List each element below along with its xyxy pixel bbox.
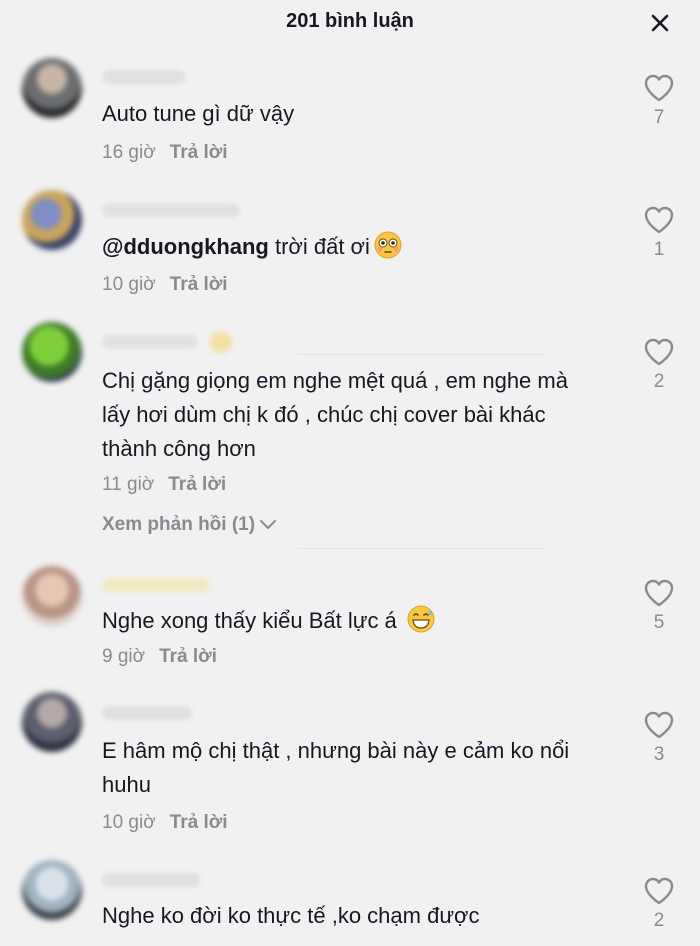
- chevron-down-icon: [260, 519, 277, 529]
- username-blurred[interactable]: [102, 203, 240, 217]
- like-count: 7: [653, 107, 665, 128]
- heart-icon[interactable]: [643, 710, 675, 740]
- view-replies-button[interactable]: Xem phản hồi (1): [102, 514, 277, 536]
- username-blurred[interactable]: [102, 70, 186, 84]
- avatar[interactable]: [22, 692, 82, 752]
- like-group: 1: [640, 205, 678, 261]
- close-icon: [651, 14, 669, 32]
- comment-meta: 10 giờ Trả lời: [102, 812, 228, 834]
- like-group: 7: [640, 73, 678, 129]
- avatar[interactable]: [22, 322, 82, 382]
- comment-meta: 10 giờ Trả lời: [102, 274, 228, 296]
- comment-time: 10 giờ: [102, 274, 156, 295]
- like-group: 3: [640, 710, 678, 766]
- comment-time: 11 giờ: [102, 474, 155, 495]
- divider: [298, 548, 544, 549]
- mention-link[interactable]: @dduongkhang: [102, 234, 269, 259]
- emoji-icon: [210, 331, 232, 353]
- username-blurred[interactable]: [102, 335, 198, 349]
- like-group: 2: [640, 337, 678, 393]
- avatar[interactable]: [22, 58, 82, 118]
- close-button[interactable]: [648, 11, 672, 35]
- reply-button[interactable]: Trả lời: [170, 142, 228, 163]
- comment-count-title: 201 bình luận: [286, 10, 414, 32]
- comment-meta: 9 giờ Trả lời: [102, 646, 217, 668]
- like-count: 5: [653, 612, 665, 633]
- comment-meta: 16 giờ Trả lời: [102, 142, 228, 164]
- reply-button[interactable]: Trả lời: [168, 474, 226, 495]
- flushed-face-emoji: [374, 231, 402, 259]
- like-count: 2: [653, 371, 665, 392]
- comment-time: 9 giờ: [102, 646, 146, 667]
- comment-text: Nghe xong thấy kiểu Bất lực á: [102, 604, 602, 638]
- grinning-sweat-emoji: [407, 605, 435, 633]
- avatar[interactable]: [22, 860, 82, 920]
- view-replies-label: Xem phản hồi (1): [102, 514, 256, 535]
- like-count: 2: [653, 910, 665, 931]
- reply-button[interactable]: Trả lời: [170, 812, 228, 833]
- avatar[interactable]: [22, 566, 82, 626]
- like-count: 1: [653, 239, 665, 260]
- username-blurred[interactable]: [102, 706, 192, 720]
- heart-icon[interactable]: [643, 73, 675, 103]
- comment-text-body: Nghe xong thấy kiểu Bất lực á: [102, 608, 397, 633]
- comment-text: Chị gặng giọng em nghe mệt quá , em nghe…: [102, 368, 575, 461]
- heart-icon[interactable]: [643, 337, 675, 367]
- like-group: 5: [640, 578, 678, 634]
- comment-time: 10 giờ: [102, 812, 156, 833]
- comment-time: 16 giờ: [102, 142, 156, 163]
- comments-header: 201 bình luận: [0, 0, 700, 46]
- comment-text: Auto tune gì dữ vậy: [102, 101, 295, 126]
- avatar[interactable]: [22, 190, 82, 250]
- heart-icon[interactable]: [643, 205, 675, 235]
- comment-text: @dduongkhang trời đất ơi: [102, 230, 602, 264]
- like-group: 2: [640, 876, 678, 932]
- divider: [298, 354, 544, 355]
- username-blurred[interactable]: [102, 873, 200, 887]
- reply-button[interactable]: Trả lời: [159, 646, 217, 667]
- like-count: 3: [653, 744, 665, 765]
- heart-icon[interactable]: [643, 578, 675, 608]
- comment-text: Nghe ko đời ko thực tế ,ko chạm được: [102, 903, 480, 928]
- username-blurred[interactable]: [102, 578, 210, 592]
- comment-text-body: trời đất ơi: [268, 234, 370, 259]
- comment-text: E hâm mộ chị thật , nhưng bài này e cảm …: [102, 738, 576, 797]
- comment-meta: 11 giờ Trả lời: [102, 474, 226, 496]
- heart-icon[interactable]: [643, 876, 675, 906]
- reply-button[interactable]: Trả lời: [170, 274, 228, 295]
